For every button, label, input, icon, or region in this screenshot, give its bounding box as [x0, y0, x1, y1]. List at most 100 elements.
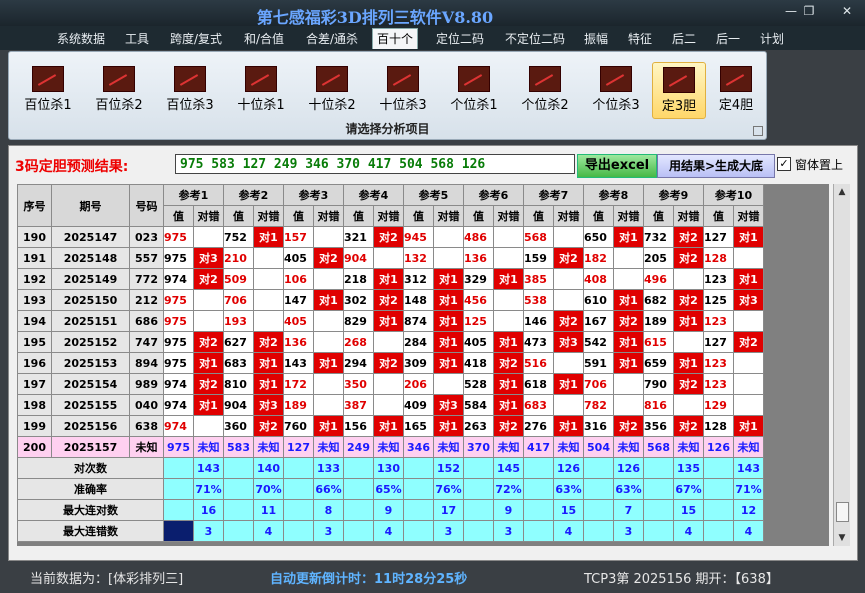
- ref-result: 对3: [193, 247, 224, 269]
- table-row[interactable]: 197 2025154 989 974 对2 810 对1 172 350 206 528 对1 618…: [17, 373, 764, 395]
- stats-value: 12: [733, 499, 764, 521]
- ref-value: 732: [643, 226, 674, 248]
- ref-value: 405: [283, 310, 314, 332]
- row-period: 2025154: [51, 373, 130, 395]
- ref-value: 159: [523, 247, 554, 269]
- column-subheader: 对错: [673, 205, 704, 227]
- stats-value: 126: [613, 457, 644, 479]
- stats-spacer: [223, 520, 254, 542]
- ref-value: 123: [703, 310, 734, 332]
- row-period: 2025152: [51, 331, 130, 353]
- ref-value: 904: [343, 247, 374, 269]
- window-title: 第七感福彩3D排列三软件V8.80: [256, 8, 494, 27]
- ribbon-button[interactable]: 十位杀1: [228, 62, 294, 117]
- row-seq: 199: [17, 415, 52, 437]
- ref-result: 对1: [253, 352, 284, 374]
- ribbon-button[interactable]: 百位杀2: [86, 62, 152, 117]
- table-row[interactable]: 192 2025149 772 974 对2 509 106 218 对1 312 对1 329 对1 3…: [17, 268, 764, 290]
- prediction-result-field[interactable]: 975 583 127 249 346 370 417 504 568 126: [175, 154, 575, 174]
- ref-result: [613, 373, 644, 395]
- ribbon-button[interactable]: 十位杀2: [299, 62, 365, 117]
- predicted-value: 583: [223, 436, 254, 458]
- ref-value: 591: [583, 352, 614, 374]
- ref-result: 对2: [493, 352, 524, 374]
- menu-item[interactable]: 后一: [712, 29, 744, 49]
- stats-value: 71%: [733, 478, 764, 500]
- table-row[interactable]: 191 2025148 557 975 对3 210 405 对2 904 132 136 159 对2…: [17, 247, 764, 269]
- menu-item[interactable]: 系统数据: [54, 29, 108, 49]
- status-bar: 当前数据为：[体彩排列三] 自动更新倒计时：11时28分25秒 TCP3第 20…: [0, 562, 865, 593]
- stats-value: 15: [553, 499, 584, 521]
- row-seq: 197: [17, 373, 52, 395]
- generate-base-button[interactable]: 用结果>生成大底: [657, 154, 775, 178]
- table-row[interactable]: 194 2025151 686 975 193 405 829 对1 874 对1 125 146 对2…: [17, 310, 764, 332]
- close-icon[interactable]: ✕: [838, 4, 856, 18]
- menu-item[interactable]: 计划: [756, 29, 788, 49]
- prediction-row[interactable]: 200 2025157 未知 975 未知 583 未知 127 未知 249 未知 346 未知 370…: [17, 436, 764, 458]
- header-row: 序号 期号 号码 参考1 参考2 参考3 参考4 参考5 参考6 参考7 参考8 参考9 参考10: [17, 184, 764, 227]
- menu-item[interactable]: 工具: [121, 29, 153, 49]
- scroll-down-icon[interactable]: ▼: [834, 530, 850, 546]
- always-on-top-checkbox[interactable]: ✓: [777, 157, 791, 171]
- stats-spacer: [223, 478, 254, 500]
- ribbon-caption: 请选择分析项目: [345, 122, 430, 136]
- menu-item[interactable]: 不定位二码: [500, 29, 570, 49]
- column-header: 参考1: [163, 184, 224, 206]
- expand-icon[interactable]: [753, 126, 763, 136]
- title-bar: 第七感福彩3D排列三软件V8.80 — ❐ ✕: [0, 0, 865, 27]
- menu-item[interactable]: 后二: [668, 29, 700, 49]
- ref-result: [493, 226, 524, 248]
- minimize-icon[interactable]: —: [782, 4, 800, 18]
- scroll-up-icon[interactable]: ▲: [834, 184, 850, 200]
- vertical-scrollbar[interactable]: ▲ ▼: [833, 184, 850, 546]
- table-row[interactable]: 190 2025147 023 975 752 对1 157 321 对2 945 486 568 65…: [17, 226, 764, 248]
- predicted-status: 未知: [553, 436, 584, 458]
- stats-spacer: [463, 478, 494, 500]
- row-seq: 198: [17, 394, 52, 416]
- menu-item[interactable]: 跨度/复式: [166, 29, 226, 49]
- restore-icon[interactable]: ❐: [800, 4, 818, 18]
- table-row[interactable]: 198 2025155 040 974 对1 904 对3 189 387 409 对3 584 对1 6…: [17, 394, 764, 416]
- ribbon-button-label: 定3胆: [661, 99, 697, 114]
- ref-result: 对1: [493, 331, 524, 353]
- stats-value: 130: [373, 457, 404, 479]
- ref-result: 对2: [253, 415, 284, 437]
- ribbon-button[interactable]: 定4胆: [710, 62, 762, 117]
- stats-value: 4: [733, 520, 764, 542]
- column-subheader: 值: [343, 205, 374, 227]
- menu-item[interactable]: 振幅: [580, 29, 612, 49]
- ribbon-button[interactable]: 个位杀1: [441, 62, 507, 117]
- table-row[interactable]: 195 2025152 747 975 对2 627 对2 136 268 284 对1 405 对1 4…: [17, 331, 764, 353]
- table-row[interactable]: 196 2025153 894 975 对1 683 对1 143 对1 294 对2 309 对1 41…: [17, 352, 764, 374]
- column-header: 参考8: [583, 184, 644, 206]
- stats-value: 143: [193, 457, 224, 479]
- menu-item[interactable]: 和/合值: [240, 29, 288, 49]
- scroll-thumb[interactable]: [836, 502, 849, 522]
- menu-item[interactable]: 合差/通杀: [302, 29, 362, 49]
- ref-result: 对2: [553, 310, 584, 332]
- countdown-label: 自动更新倒计时：: [270, 572, 375, 587]
- ribbon-button[interactable]: 十位杀3: [370, 62, 436, 117]
- ref-value: 165: [403, 415, 434, 437]
- ribbon-button[interactable]: 定3胆: [652, 62, 706, 119]
- ref-result: [193, 226, 224, 248]
- ribbon-button[interactable]: 个位杀3: [583, 62, 649, 117]
- menu-item[interactable]: 定位二码: [432, 29, 488, 49]
- ref-result: 对1: [493, 394, 524, 416]
- ref-result: 对1: [433, 331, 464, 353]
- ref-result: [253, 268, 284, 290]
- predicted-value: 975: [163, 436, 194, 458]
- ribbon-button[interactable]: 个位杀2: [512, 62, 578, 117]
- always-on-top-label: 窗体置上: [795, 158, 844, 172]
- ref-result: 对1: [433, 268, 464, 290]
- predicted-status: 未知: [253, 436, 284, 458]
- row-period: 2025149: [51, 268, 130, 290]
- table-row[interactable]: 199 2025156 638 974 360 对2 760 对1 156 对1 165 对1 263 对…: [17, 415, 764, 437]
- menu-item[interactable]: 百十个: [372, 28, 418, 49]
- ribbon-button[interactable]: 百位杀1: [15, 62, 81, 117]
- export-excel-button[interactable]: 导出excel: [577, 154, 657, 178]
- table-row[interactable]: 193 2025150 212 975 706 147 对1 302 对2 148 对1 456 538…: [17, 289, 764, 311]
- chart-icon: [663, 67, 695, 93]
- ribbon-button[interactable]: 百位杀3: [157, 62, 223, 117]
- menu-item[interactable]: 特征: [624, 29, 656, 49]
